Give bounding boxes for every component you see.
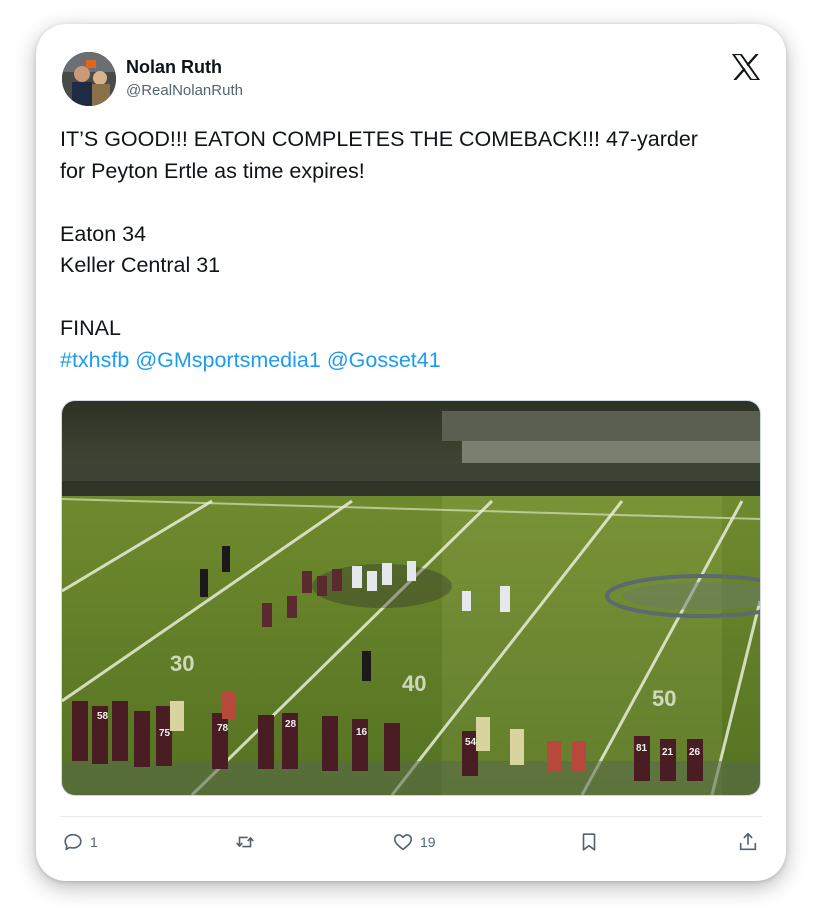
heart-icon [393, 834, 413, 851]
tweet-actions-bar: 1 19 [36, 827, 786, 857]
divider [60, 816, 762, 817]
jersey-number: 81 [636, 743, 648, 754]
tweet-line-score-eaton: Eaton 34 [60, 221, 147, 246]
football-field-image: 30 40 50 78 58 75 28 16 54 81 21 26 [62, 401, 760, 795]
tweet-media-photo[interactable]: 30 40 50 78 58 75 28 16 54 81 21 26 [61, 400, 761, 796]
tweet-card: Nolan Ruth @RealNolanRuth IT’S GOOD!!! E… [36, 24, 786, 881]
bookmark-button[interactable] [578, 827, 600, 857]
mention-link[interactable]: @GMsportsmedia1 [135, 348, 321, 372]
jersey-number: 26 [689, 747, 701, 758]
tweet-line-score-keller: Keller Central 31 [60, 253, 221, 277]
tweet-line: IT’S GOOD!!! EATON COMPLETES THE COMEBAC… [60, 127, 698, 151]
jersey-number: 16 [356, 727, 368, 738]
x-logo-icon[interactable] [732, 53, 760, 81]
reply-icon [64, 833, 82, 851]
tweet-line: for Peyton Ertle as time expires! [60, 158, 365, 183]
display-name[interactable]: Nolan Ruth [126, 57, 222, 78]
mention-link[interactable]: @Gosset41 [327, 348, 441, 372]
hashtag-link[interactable]: #txhsfb [60, 348, 129, 372]
reply-count: 1 [90, 834, 98, 850]
jersey-number: 28 [285, 719, 297, 730]
jersey-number: 21 [662, 747, 674, 758]
share-button[interactable] [737, 827, 759, 857]
yard-marker-50: 50 [652, 686, 676, 711]
share-icon [739, 832, 757, 851]
reply-button[interactable]: 1 [62, 827, 98, 857]
retweet-icon [236, 836, 254, 848]
jersey-number: 78 [217, 723, 229, 734]
like-count: 19 [420, 834, 436, 850]
like-button[interactable]: 19 [392, 827, 436, 857]
tweet-text: IT’S GOOD!!! EATON COMPLETES THE COMEBAC… [60, 124, 760, 376]
yard-marker-30: 30 [170, 651, 194, 676]
retweet-button[interactable] [234, 827, 262, 857]
user-handle[interactable]: @RealNolanRuth [126, 82, 243, 99]
jersey-number: 75 [159, 728, 171, 739]
yard-marker-40: 40 [402, 671, 426, 696]
avatar-image [62, 52, 116, 106]
tweet-line-final: FINAL [60, 316, 121, 340]
jersey-number: 58 [97, 711, 109, 722]
bookmark-icon [582, 833, 596, 851]
jersey-number: 54 [465, 737, 477, 748]
avatar[interactable] [62, 52, 116, 106]
tweet-hashtags-line: #txhsfb @GMsportsmedia1 @Gosset41 [60, 345, 760, 377]
